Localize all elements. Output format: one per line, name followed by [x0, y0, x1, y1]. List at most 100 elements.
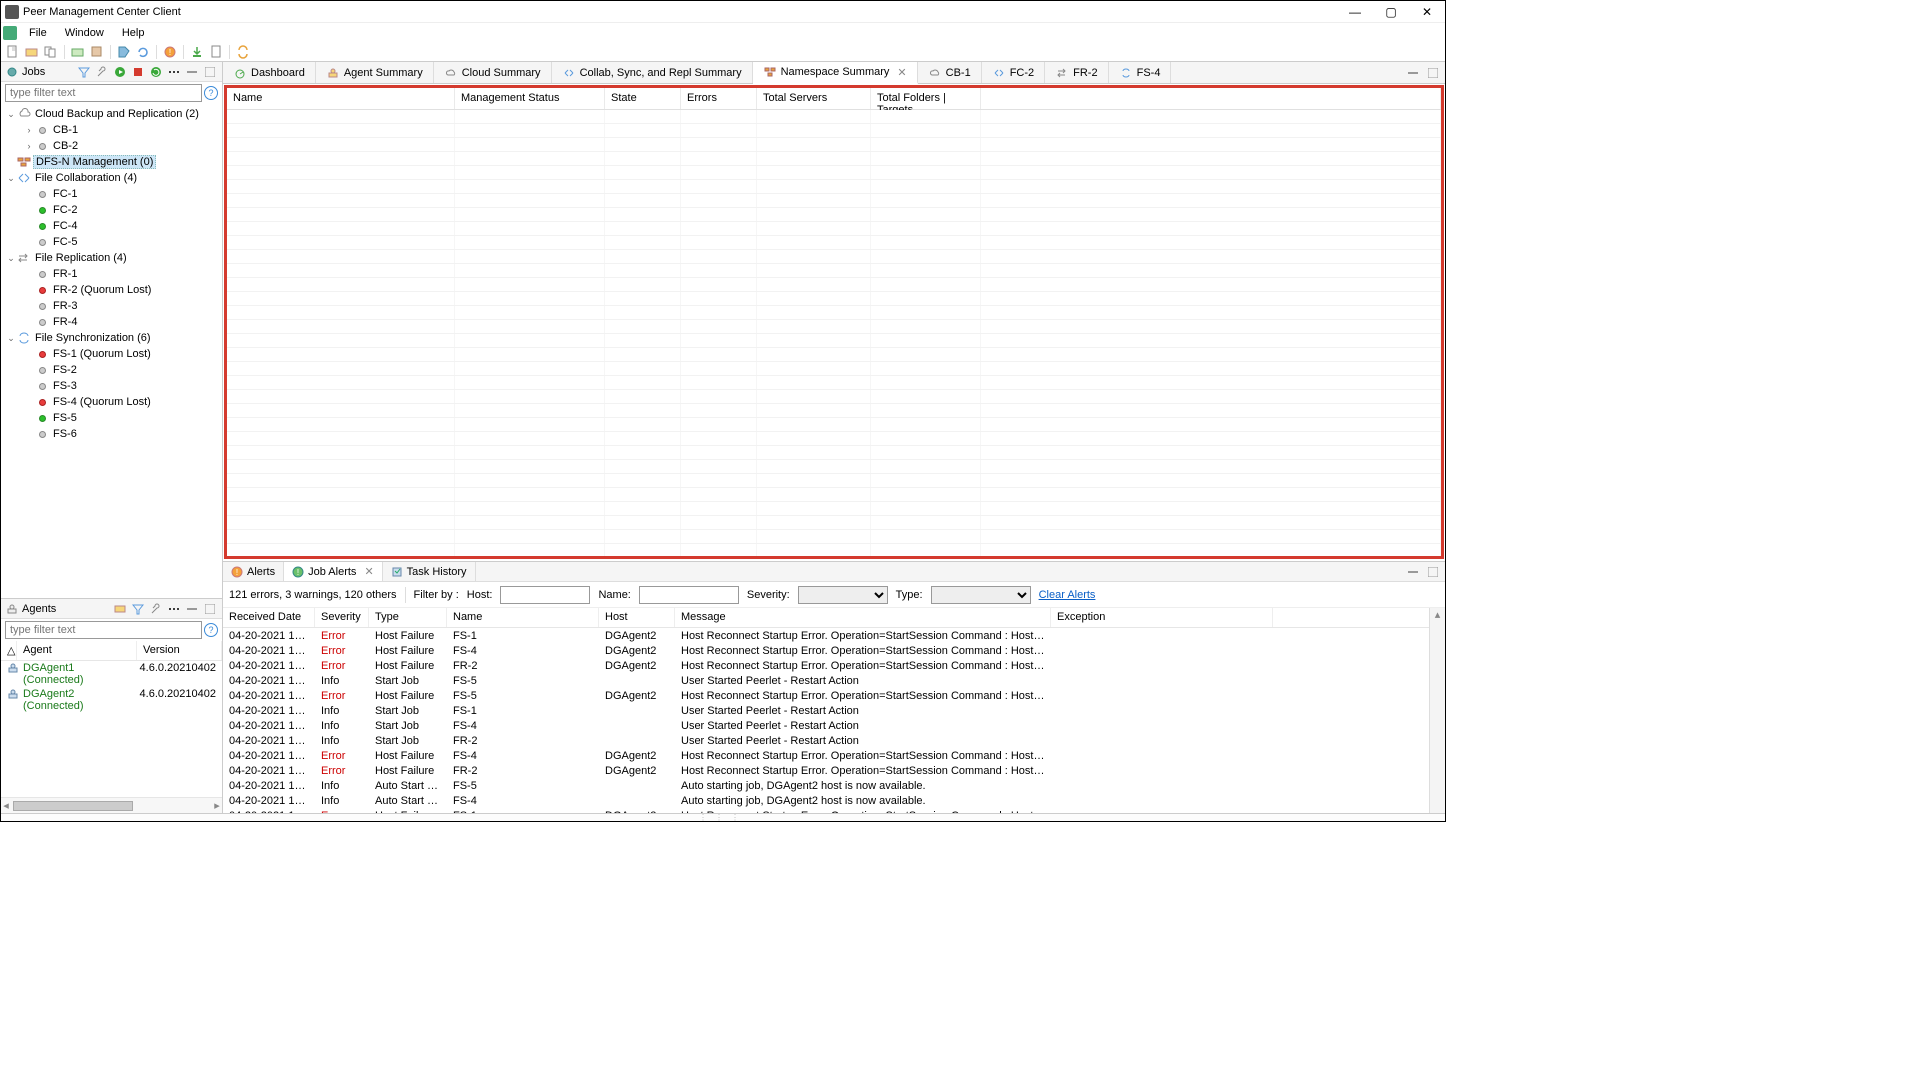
menu-icon[interactable] — [166, 64, 182, 80]
editor-tab[interactable]: FS-4 — [1109, 62, 1172, 83]
maximize-editor-icon[interactable] — [1425, 65, 1441, 81]
nav-icon[interactable] — [70, 44, 86, 60]
menu-file[interactable]: File — [21, 25, 55, 41]
tree-node[interactable]: FS-6 — [1, 426, 222, 442]
doc-icon[interactable] — [208, 44, 224, 60]
alert-row[interactable]: 04-20-2021 14:50:11InfoStart JobFS-5User… — [223, 673, 1429, 688]
tree-node[interactable]: ⌄File Replication (4) — [1, 250, 222, 266]
minimize-button[interactable]: — — [1345, 5, 1365, 19]
tree-node[interactable]: FS-1 (Quorum Lost) — [1, 346, 222, 362]
alert-row[interactable]: 04-20-2021 14:51:10ErrorHost FailureFS-1… — [223, 628, 1429, 643]
alert-row[interactable]: 04-20-2021 14:49:02InfoAuto Start JobFS-… — [223, 778, 1429, 793]
refresh-icon[interactable] — [135, 44, 151, 60]
play-icon[interactable] — [112, 64, 128, 80]
grid-column-header[interactable]: Total Folders | Targets — [871, 88, 981, 109]
expander-icon[interactable]: ⌄ — [5, 253, 17, 264]
alerts-vertical-scrollbar[interactable]: ▴ — [1429, 608, 1445, 813]
expander-icon[interactable]: ⌄ — [5, 333, 17, 344]
alerts-column-header[interactable]: Host — [599, 608, 675, 627]
alert-row[interactable]: 04-20-2021 14:51:02ErrorHost FailureFR-2… — [223, 658, 1429, 673]
editor-tab[interactable]: Namespace Summary✕ — [753, 62, 918, 84]
agents-menu-icon[interactable] — [166, 601, 182, 617]
tree-node[interactable]: ⌄File Collaboration (4) — [1, 170, 222, 186]
alert-row[interactable]: 04-20-2021 14:49:36ErrorHost FailureFS-4… — [223, 748, 1429, 763]
tree-node[interactable]: FS-2 — [1, 362, 222, 378]
filter-severity-select[interactable] — [798, 586, 888, 604]
col-version[interactable]: Version — [137, 641, 222, 660]
filter-icon[interactable] — [76, 64, 92, 80]
alert-row[interactable]: 04-20-2021 14:49:58InfoStart JobFR-2User… — [223, 733, 1429, 748]
tree-node[interactable]: FC-2 — [1, 202, 222, 218]
alert-row[interactable]: 04-20-2021 14:51:06ErrorHost FailureFS-4… — [223, 643, 1429, 658]
tree-node[interactable]: FS-5 — [1, 410, 222, 426]
tag-icon[interactable] — [116, 44, 132, 60]
prefs-icon[interactable] — [89, 44, 105, 60]
close-icon[interactable]: ✕ — [364, 565, 373, 578]
jobs-filter-input[interactable] — [5, 84, 202, 102]
agents-filter-icon[interactable] — [130, 601, 146, 617]
minimize-bottom-icon[interactable] — [1405, 564, 1421, 580]
bottom-tab[interactable]: !Alerts — [223, 562, 284, 581]
download-icon[interactable] — [189, 44, 205, 60]
tree-node[interactable]: FS-4 (Quorum Lost) — [1, 394, 222, 410]
alerts-column-header[interactable]: Name — [447, 608, 599, 627]
editor-tab[interactable]: FC-2 — [982, 62, 1045, 83]
alert-row[interactable]: 04-20-2021 14:49:06ErrorHost FailureFR-2… — [223, 763, 1429, 778]
agent-row[interactable]: DGAgent2 (Connected)4.6.0.20210402 — [1, 687, 222, 713]
alert-row[interactable]: 04-20-2021 14:50:02InfoStart JobFS-4User… — [223, 718, 1429, 733]
tree-node[interactable]: ⌄Cloud Backup and Replication (2) — [1, 106, 222, 122]
tree-node[interactable]: ›CB-1 — [1, 122, 222, 138]
alert-row[interactable]: 04-20-2021 14:48:32InfoAuto Start JobFS-… — [223, 793, 1429, 808]
minimize-view-icon[interactable] — [184, 64, 200, 80]
col-agent[interactable]: Agent — [17, 641, 137, 660]
grid-column-header[interactable]: Management Status — [455, 88, 605, 109]
tree-node[interactable]: FR-3 — [1, 298, 222, 314]
tree-node[interactable]: FC-1 — [1, 186, 222, 202]
editor-tab[interactable]: FR-2 — [1045, 62, 1108, 83]
restart-icon[interactable] — [148, 64, 164, 80]
wrench-icon[interactable] — [94, 64, 110, 80]
alerts-column-header[interactable]: Severity — [315, 608, 369, 627]
agent-row[interactable]: DGAgent1 (Connected)4.6.0.20210402 — [1, 661, 222, 687]
menu-help[interactable]: Help — [114, 25, 153, 41]
editor-tab[interactable]: Collab, Sync, and Repl Summary — [552, 62, 753, 83]
filter-type-select[interactable] — [931, 586, 1031, 604]
editor-tab[interactable]: Agent Summary — [316, 62, 434, 83]
clear-alerts-link[interactable]: Clear Alerts — [1039, 589, 1096, 601]
alerts-column-header[interactable]: Exception — [1051, 608, 1273, 627]
agents-filter-input[interactable] — [5, 621, 202, 639]
agents-horizontal-scrollbar[interactable]: ◂ ▸ — [1, 797, 222, 813]
alert-row[interactable]: 04-20-2021 14:50:05InfoStart JobFS-1User… — [223, 703, 1429, 718]
grid-column-header[interactable]: State — [605, 88, 681, 109]
tree-node[interactable]: FC-4 — [1, 218, 222, 234]
bottom-tab[interactable]: !Job Alerts✕ — [284, 562, 383, 581]
help-icon[interactable]: ? — [204, 86, 218, 100]
tree-node[interactable]: FC-5 — [1, 234, 222, 250]
stop-icon[interactable] — [130, 64, 146, 80]
grid-column-header[interactable]: Errors — [681, 88, 757, 109]
new-multi-icon[interactable] — [43, 44, 59, 60]
tree-node[interactable]: DFS-N Management (0) — [1, 154, 222, 170]
tree-node[interactable]: ⌄File Synchronization (6) — [1, 330, 222, 346]
agents-minimize-icon[interactable] — [184, 601, 200, 617]
tree-node[interactable]: FR-4 — [1, 314, 222, 330]
help-icon[interactable]: ? — [204, 623, 218, 637]
sync-icon[interactable] — [235, 44, 251, 60]
maximize-view-icon[interactable] — [202, 64, 218, 80]
tree-node[interactable]: FR-1 — [1, 266, 222, 282]
status-bar-grip[interactable]: ⋮⋮⋮ — [1, 813, 1445, 821]
close-button[interactable]: ✕ — [1417, 5, 1437, 19]
agents-maximize-icon[interactable] — [202, 601, 218, 617]
tree-node[interactable]: FS-3 — [1, 378, 222, 394]
alerts-column-header[interactable]: Message — [675, 608, 1051, 627]
editor-tab[interactable]: Cloud Summary — [434, 62, 552, 83]
alert-row[interactable]: 04-20-2021 14:50:06ErrorHost FailureFS-5… — [223, 688, 1429, 703]
warn-icon[interactable]: ! — [162, 44, 178, 60]
open-icon[interactable] — [24, 44, 40, 60]
filter-host-input[interactable] — [500, 586, 590, 604]
expander-icon[interactable]: ⌄ — [5, 109, 17, 120]
close-icon[interactable]: ✕ — [897, 66, 906, 79]
expander-icon[interactable]: › — [23, 141, 35, 151]
editor-tab[interactable]: Dashboard — [223, 62, 316, 83]
maximize-button[interactable]: ▢ — [1381, 5, 1401, 19]
